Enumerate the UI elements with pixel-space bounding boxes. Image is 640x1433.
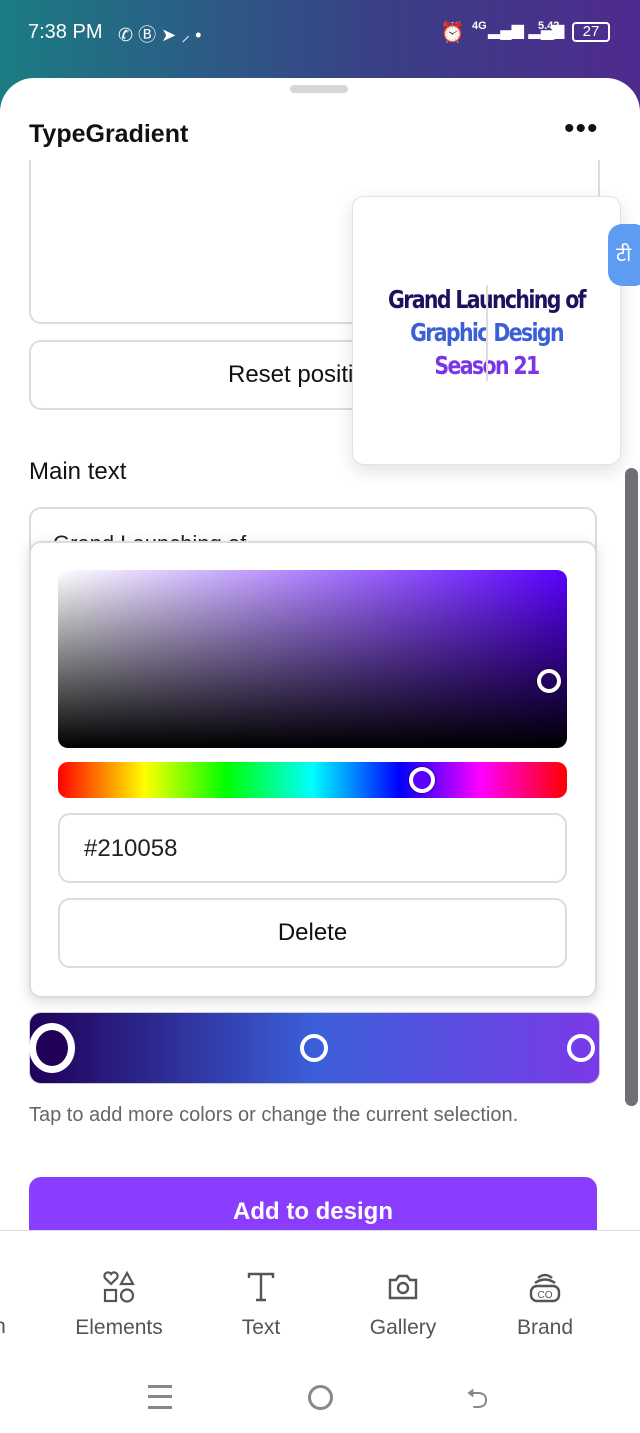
back-button[interactable]: ⮌ (466, 1378, 488, 1426)
delete-label: Delete (277, 919, 348, 946)
hue-slider[interactable] (58, 762, 567, 798)
main-text-label: Main text (29, 458, 127, 485)
design-preview: Grand Launching of Graphic Design Season… (352, 196, 621, 465)
nav-item-gallery[interactable]: Gallery (343, 1270, 463, 1340)
hex-value: #210058 (84, 835, 178, 862)
nav-label: Gallery (369, 1316, 437, 1339)
recent-apps-button[interactable] (148, 1385, 172, 1409)
hue-slider-handle[interactable] (409, 767, 435, 793)
gradient-helper-text: Tap to add more colors or change the cur… (29, 1104, 519, 1126)
sv-picker-handle[interactable] (537, 669, 561, 693)
notification-icons: ✆ Ⓑ ➤ ⸝ • (118, 25, 202, 45)
nav-label: n (0, 1315, 6, 1338)
network-type: 4G (472, 20, 487, 32)
speed-unit: K/S (542, 33, 556, 42)
brand-icon: CO (529, 1273, 561, 1303)
alarm-icon: ⏰ (440, 22, 465, 44)
nav-item-text[interactable]: Text (201, 1270, 321, 1340)
text-icon (247, 1272, 275, 1302)
gradient-angle-handle[interactable] (486, 285, 488, 381)
home-button[interactable] (308, 1385, 333, 1410)
app-title: TypeGradient (29, 120, 189, 148)
saturation-value-area[interactable] (58, 570, 567, 748)
nav-label: Elements (75, 1316, 163, 1339)
delete-color-button[interactable]: Delete (58, 898, 567, 968)
nav-item-brand[interactable]: CO Brand (485, 1270, 605, 1340)
gradient-stop[interactable] (300, 1034, 328, 1062)
nav-label: Brand (516, 1316, 574, 1339)
gradient-stop[interactable] (567, 1034, 595, 1062)
battery-icon: 27 (572, 22, 610, 42)
status-time: 7:38 PM (28, 21, 103, 43)
nav-label: Text (241, 1316, 281, 1339)
drag-handle[interactable] (290, 85, 348, 93)
nav-item-elements[interactable]: Elements (59, 1270, 179, 1340)
network-speed: 5.42 (538, 20, 560, 32)
camera-icon (388, 1274, 418, 1300)
nav-item-partial[interactable]: n (0, 1315, 60, 1339)
add-label: Add to design (233, 1198, 393, 1225)
gradient-stop-selected[interactable] (29, 1023, 75, 1073)
more-horizontal-icon[interactable]: ••• (564, 112, 599, 146)
hex-input[interactable]: #210058 (58, 813, 567, 883)
translate-bubble-icon[interactable]: टी (608, 224, 640, 286)
status-bar: 7:38 PM ✆ Ⓑ ➤ ⸝ • ⏰ 4G ▂▄▆ ▂▄▆ 5.42 K/S … (0, 0, 640, 78)
svg-text:CO: CO (538, 1290, 553, 1301)
scrollbar[interactable] (625, 468, 638, 1106)
elements-icon (103, 1270, 135, 1303)
